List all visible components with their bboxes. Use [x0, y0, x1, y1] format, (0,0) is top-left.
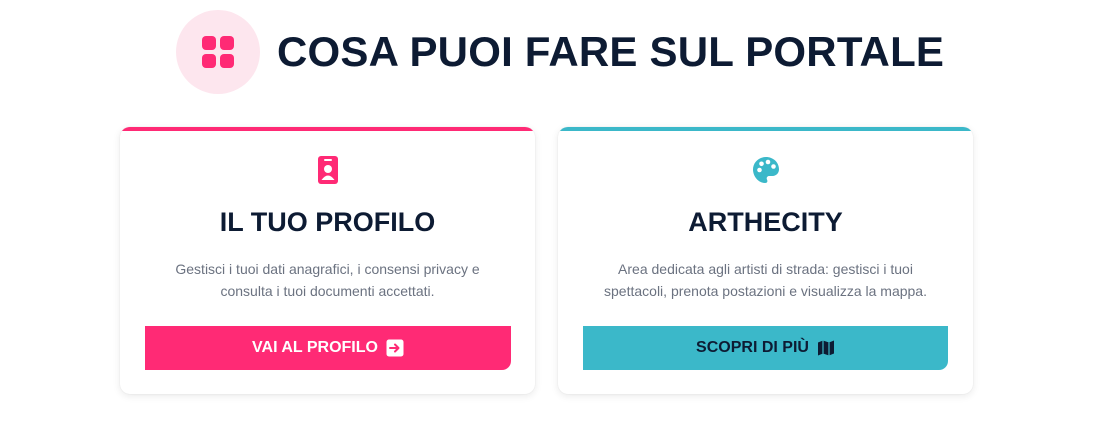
arthecity-card: ARTHECITY Area dedicata agli artisti di … [558, 127, 973, 394]
grid-icon [202, 36, 234, 68]
card-accent-bar [120, 127, 535, 131]
discover-more-button[interactable]: SCOPRI DI PIÙ [583, 326, 948, 370]
header-icon-badge [176, 10, 260, 94]
page-title: COSA PUOI FARE SUL PORTALE [277, 28, 945, 75]
section-header: COSA PUOI FARE SUL PORTALE [176, 10, 944, 94]
id-badge-icon [317, 156, 338, 184]
card-description: Gestisci i tuoi dati anagrafici, i conse… [175, 261, 480, 299]
card-accent-bar [558, 127, 973, 131]
card-title: ARTHECITY [688, 207, 843, 237]
go-to-profile-button[interactable]: VAI AL PROFILO [145, 326, 511, 370]
card-title: IL TUO PROFILO [219, 207, 436, 237]
button-label: SCOPRI DI PIÙ [696, 339, 809, 356]
map-icon [817, 340, 834, 356]
page: COSA PUOI FARE SUL PORTALE IL TUO PROFIL… [0, 0, 1119, 436]
palette-icon [752, 157, 779, 183]
profile-card: IL TUO PROFILO Gestisci i tuoi dati anag… [120, 127, 535, 394]
button-label: VAI AL PROFILO [252, 339, 378, 356]
card-description: Area dedicata agli artisti di strada: ge… [604, 261, 927, 299]
arrow-right-square-icon [386, 339, 404, 357]
